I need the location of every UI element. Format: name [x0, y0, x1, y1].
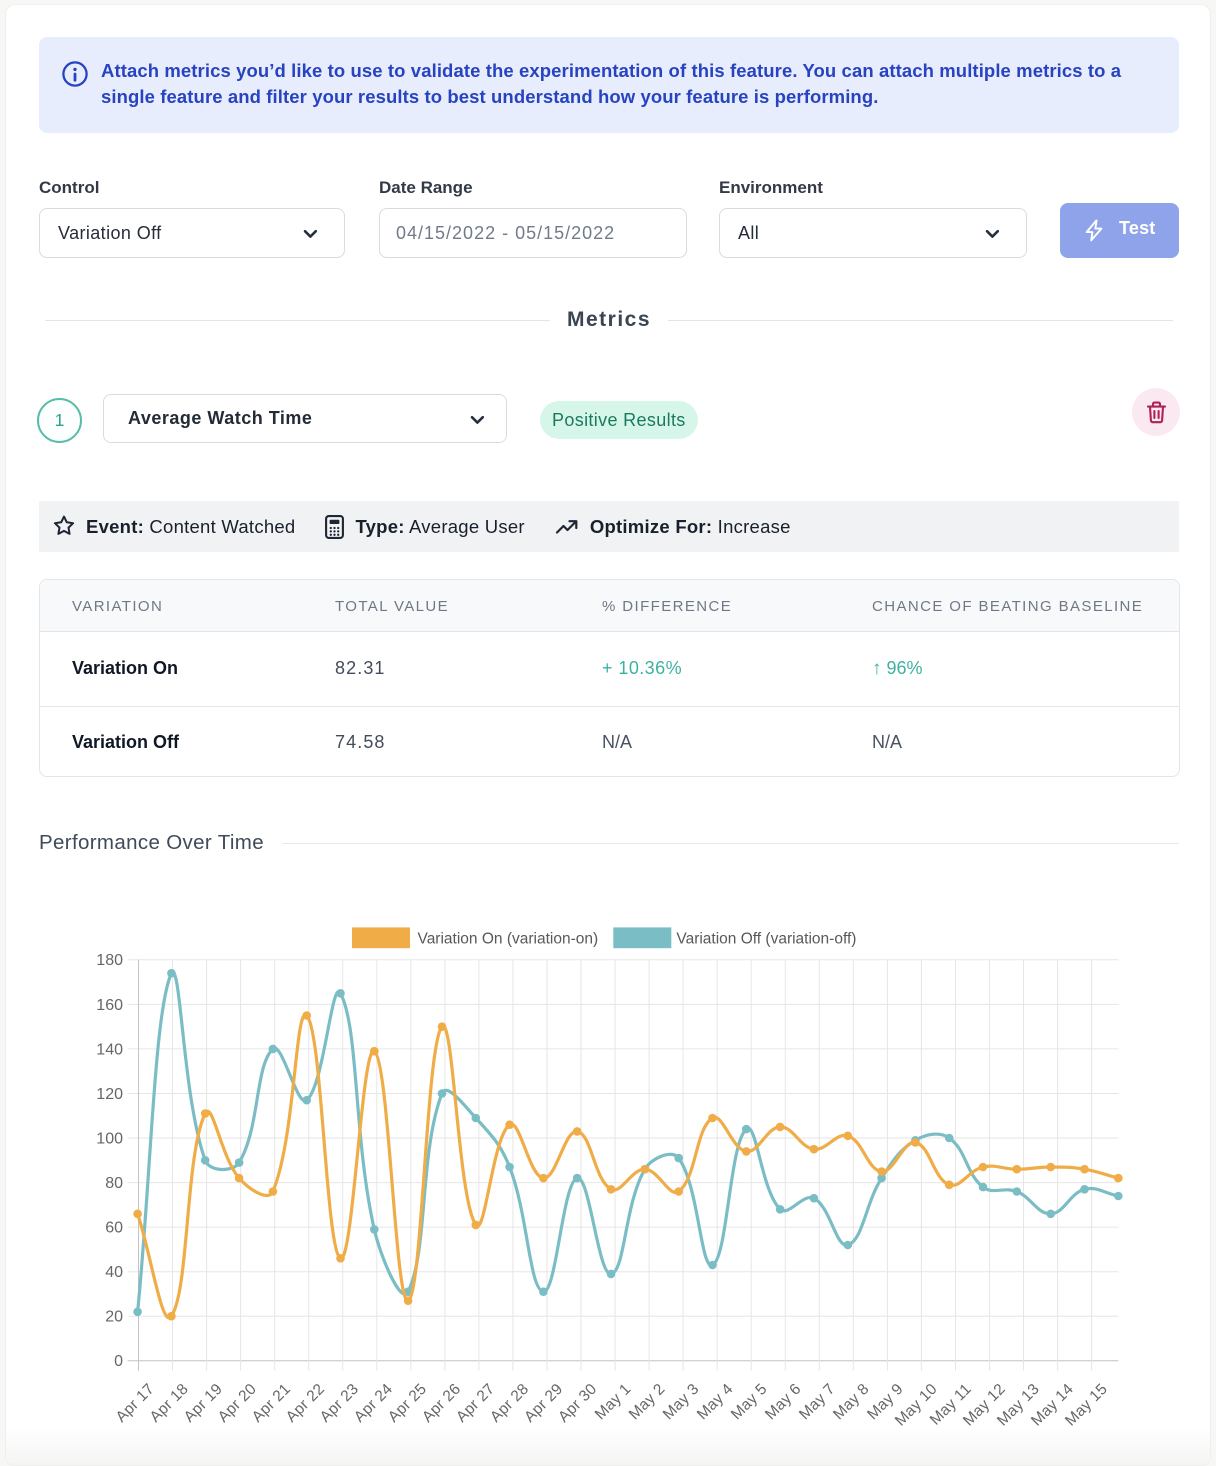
svg-text:May 3: May 3 — [660, 1381, 703, 1424]
svg-text:Variation On (variation-on): Variation On (variation-on) — [418, 931, 599, 948]
svg-text:60: 60 — [105, 1220, 123, 1237]
svg-text:20: 20 — [105, 1309, 123, 1326]
svg-text:80: 80 — [105, 1175, 123, 1192]
svg-text:100: 100 — [96, 1131, 123, 1148]
svg-text:180: 180 — [96, 952, 123, 969]
svg-text:120: 120 — [96, 1086, 123, 1103]
svg-text:May 5: May 5 — [728, 1381, 771, 1424]
svg-text:May 4: May 4 — [694, 1380, 737, 1423]
svg-text:140: 140 — [96, 1041, 123, 1058]
svg-text:May 1: May 1 — [592, 1381, 635, 1424]
svg-text:May 8: May 8 — [830, 1381, 873, 1424]
svg-text:160: 160 — [96, 997, 123, 1014]
svg-text:Apr 30: Apr 30 — [555, 1380, 600, 1425]
svg-text:May 2: May 2 — [626, 1381, 669, 1424]
svg-text:Variation Off (variation-off): Variation Off (variation-off) — [676, 931, 856, 948]
svg-text:May 6: May 6 — [762, 1381, 805, 1424]
svg-text:May 7: May 7 — [796, 1381, 839, 1424]
svg-text:40: 40 — [105, 1264, 123, 1281]
svg-text:0: 0 — [114, 1353, 123, 1370]
